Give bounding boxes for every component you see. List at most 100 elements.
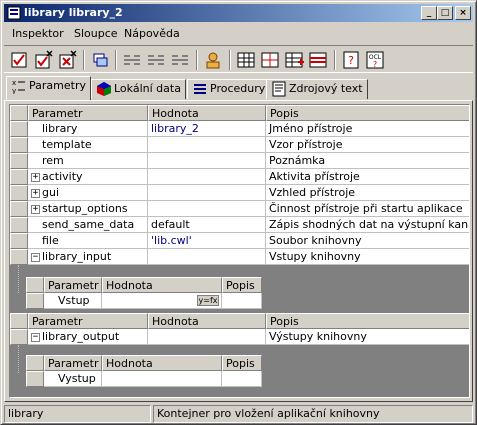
column-header-parametr[interactable]: Parametr xyxy=(28,313,148,329)
param-value[interactable] xyxy=(148,185,266,201)
check-all-icon[interactable] xyxy=(32,49,54,71)
column-header-popis[interactable]: Popis xyxy=(222,355,262,371)
param-value[interactable] xyxy=(148,201,266,217)
column-header-parametr[interactable]: Parametr xyxy=(28,105,148,121)
toolbar-separator xyxy=(196,50,198,70)
expand-icon[interactable]: + xyxy=(31,172,40,182)
table-row[interactable]: file 'lib.cwl' Soubor knihovny xyxy=(10,233,469,249)
formula-button[interactable]: y=fx xyxy=(197,295,219,306)
grid-remove-icon[interactable] xyxy=(307,49,329,71)
param-name-text: activity xyxy=(42,170,83,183)
table-row[interactable]: + startup_options Činnost přístroje při s… xyxy=(10,201,469,217)
tab-label: Procedury xyxy=(210,82,266,95)
menu-napoveda[interactable]: Nápověda xyxy=(124,27,180,40)
toolbar-separator xyxy=(229,50,231,70)
library-input-subgrid-area: Parametr Hodnota Popis Vstup y=fx xyxy=(10,265,469,313)
table-row[interactable]: Vstup y=fx xyxy=(26,293,262,309)
tab-parametry[interactable]: x y Parametry xyxy=(6,76,91,100)
column-header-hodnota[interactable]: Hodnota xyxy=(148,313,266,329)
parameter-grid: Parametr Hodnota Popis library library_2… xyxy=(9,104,470,398)
param-value[interactable]: y=fx xyxy=(102,293,222,309)
close-button[interactable]: × xyxy=(455,6,471,20)
grid-add-icon[interactable] xyxy=(283,49,305,71)
param-name: Vystup xyxy=(44,371,102,387)
param-value[interactable]: default xyxy=(148,217,266,233)
table-row[interactable]: − library_input Vstupy knihovny xyxy=(10,249,469,265)
help-book-icon[interactable]: ? xyxy=(340,49,362,71)
param-value[interactable] xyxy=(102,371,222,387)
column-header-parametr[interactable]: Parametr xyxy=(44,355,102,371)
menu-sloupce[interactable]: Sloupce xyxy=(74,27,118,40)
param-value[interactable] xyxy=(148,169,266,185)
align-left-icon[interactable] xyxy=(121,49,143,71)
row-header[interactable] xyxy=(10,169,28,185)
table-row[interactable]: − library_output Výstupy knihovny xyxy=(10,329,469,345)
toolbar: ? OCL ? xyxy=(4,45,473,73)
row-header[interactable] xyxy=(10,185,28,201)
table-row[interactable]: library library_2 Jméno přístroje xyxy=(10,121,469,137)
check-icon[interactable] xyxy=(8,49,30,71)
column-header-parametr[interactable]: Parametr xyxy=(44,277,102,293)
param-name: + activity xyxy=(28,169,148,185)
expand-icon[interactable]: + xyxy=(31,188,40,198)
table-row[interactable]: send_same_data default Zápis shodných da… xyxy=(10,217,469,233)
param-desc xyxy=(222,371,262,387)
grid-text-icon[interactable] xyxy=(259,49,281,71)
table-row[interactable]: Vystup xyxy=(26,371,262,387)
minimize-button[interactable]: _ xyxy=(421,6,437,20)
param-desc: Zápis shodných dat na výstupní kanály xyxy=(266,217,469,233)
align-right-icon[interactable] xyxy=(169,49,191,71)
column-header-hodnota[interactable]: Hodnota xyxy=(102,277,222,293)
row-header[interactable] xyxy=(10,233,28,249)
row-header[interactable] xyxy=(10,249,28,265)
row-header[interactable] xyxy=(10,121,28,137)
grid-icon[interactable] xyxy=(235,49,257,71)
row-header[interactable] xyxy=(10,329,28,345)
tab-procedury[interactable]: Procedury xyxy=(187,79,271,99)
library-output-subgrid-area: Parametr Hodnota Popis Vystup xyxy=(10,345,469,397)
column-header-popis[interactable]: Popis xyxy=(266,105,469,121)
row-header[interactable] xyxy=(10,153,28,169)
title-bar[interactable]: library library_2 _ □ × xyxy=(4,4,473,22)
maximize-button[interactable]: □ xyxy=(437,6,453,20)
param-value[interactable] xyxy=(148,329,266,345)
library-input-subgrid: Parametr Hodnota Popis Vstup y=fx xyxy=(26,277,262,309)
row-header xyxy=(26,277,44,293)
param-value[interactable] xyxy=(148,249,266,265)
param-name: Vstup xyxy=(44,293,102,309)
param-value[interactable]: 'lib.cwl' xyxy=(148,233,266,249)
column-header-popis[interactable]: Popis xyxy=(266,313,469,329)
menu-inspektor[interactable]: Inspektor xyxy=(12,27,64,40)
source-text-icon xyxy=(272,81,286,97)
expand-icon[interactable]: + xyxy=(31,204,40,214)
ocl-help-icon[interactable]: OCL ? xyxy=(364,49,386,71)
toolbar-separator xyxy=(115,50,117,70)
table-row[interactable]: + activity Aktivita přístroje xyxy=(10,169,469,185)
row-header[interactable] xyxy=(10,201,28,217)
align-center-icon[interactable] xyxy=(145,49,167,71)
table-row[interactable]: + gui Vzhled přístroje xyxy=(10,185,469,201)
tab-lokalni-data[interactable]: Lokální data xyxy=(91,79,186,99)
row-header[interactable] xyxy=(26,293,44,309)
row-header[interactable] xyxy=(26,371,44,387)
column-header-hodnota[interactable]: Hodnota xyxy=(102,355,222,371)
uncheck-icon[interactable] xyxy=(56,49,78,71)
user-icon[interactable] xyxy=(202,49,224,71)
param-name: + gui xyxy=(28,185,148,201)
row-header[interactable] xyxy=(10,217,28,233)
table-row[interactable]: rem Poznámka xyxy=(10,153,469,169)
table-row[interactable]: template Vzor přístroje xyxy=(10,137,469,153)
param-value[interactable] xyxy=(148,153,266,169)
column-header-popis[interactable]: Popis xyxy=(222,277,262,293)
windows-icon[interactable] xyxy=(89,49,111,71)
tab-zdrojovy-text[interactable]: Zdrojový text xyxy=(266,79,368,99)
param-desc: Činnost přístroje při startu aplikace xyxy=(266,201,469,217)
param-value[interactable]: library_2 xyxy=(148,121,266,137)
collapse-icon[interactable]: − xyxy=(31,332,40,342)
param-value[interactable] xyxy=(148,137,266,153)
row-header[interactable] xyxy=(10,137,28,153)
param-desc: Aktivita přístroje xyxy=(266,169,469,185)
param-name: − library_output xyxy=(28,329,148,345)
collapse-icon[interactable]: − xyxy=(31,252,40,262)
column-header-hodnota[interactable]: Hodnota xyxy=(148,105,266,121)
